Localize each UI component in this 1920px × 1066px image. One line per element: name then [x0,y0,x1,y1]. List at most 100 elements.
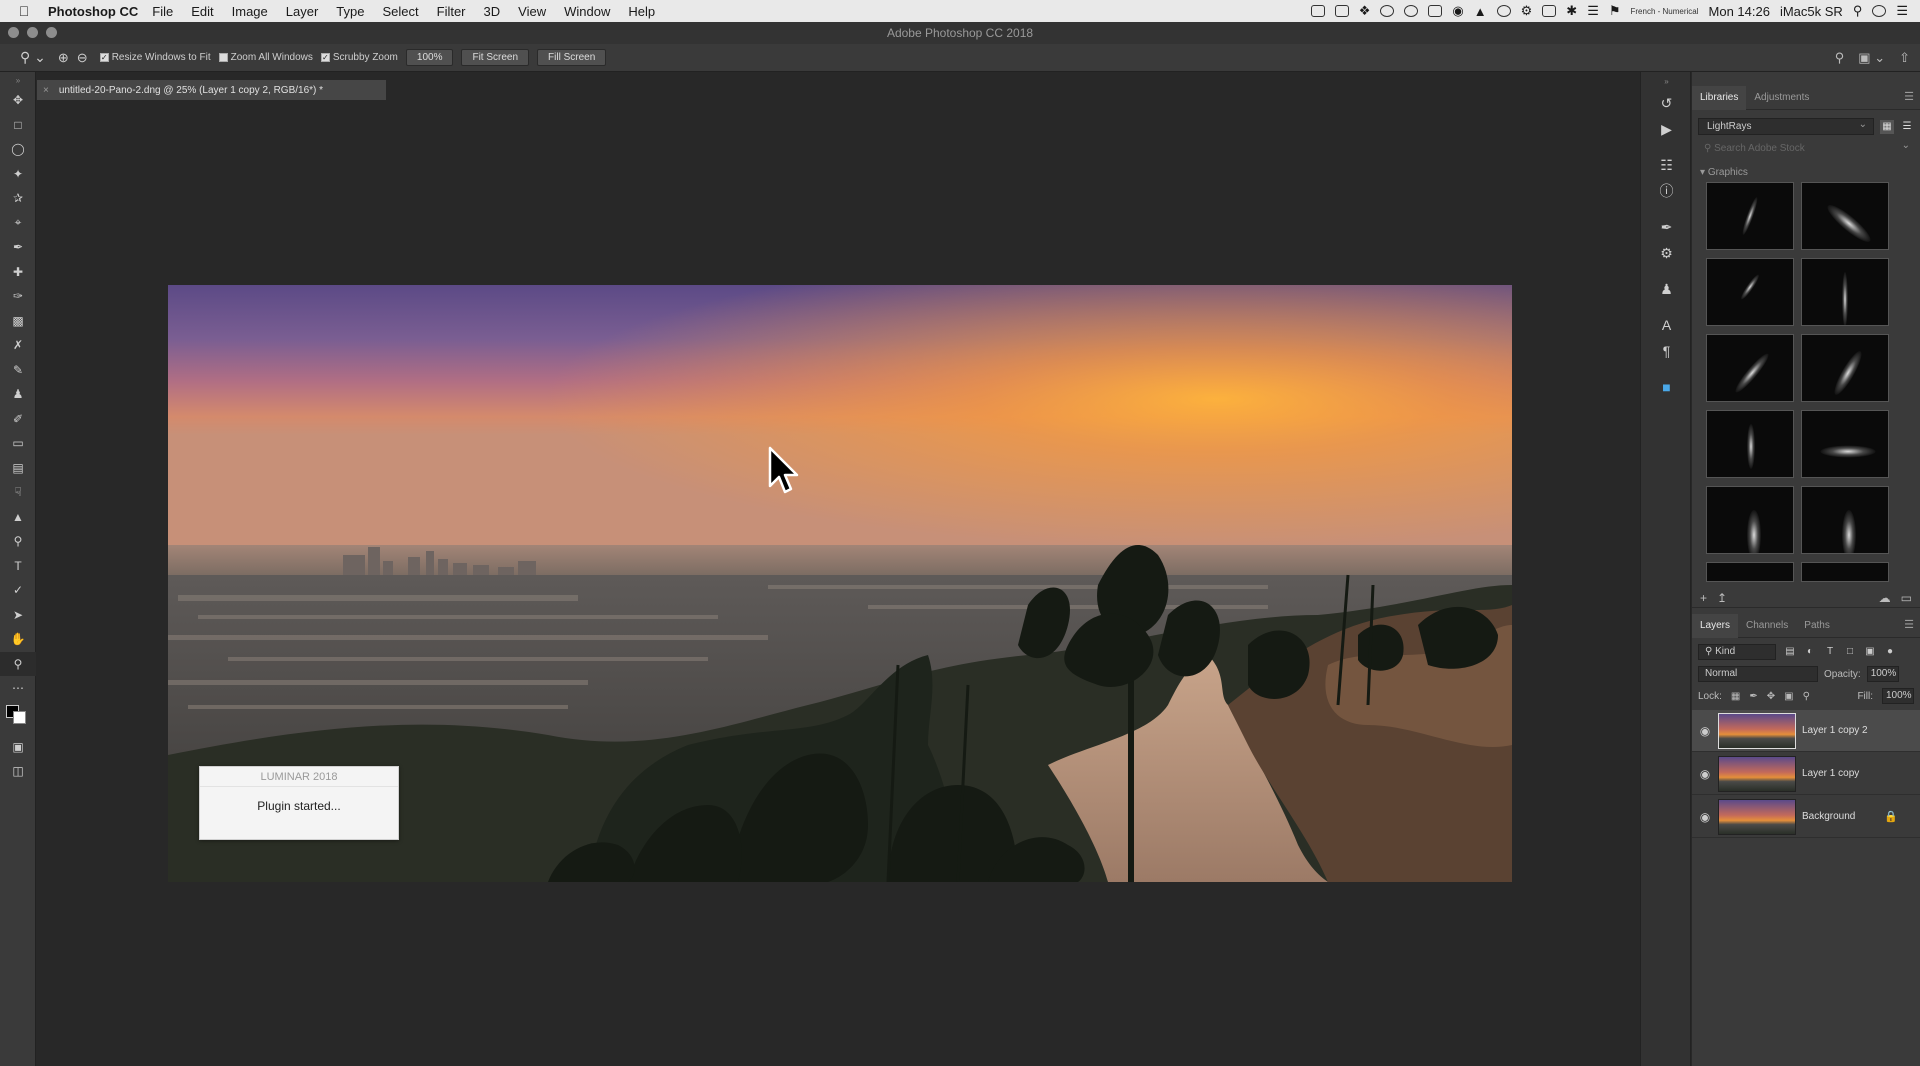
eraser-tool-icon[interactable]: ▭ [0,431,36,456]
minimize-window-button[interactable] [27,27,38,38]
delete-icon[interactable]: ▭ [1901,591,1912,605]
creative-cloud-icon[interactable] [1496,5,1511,17]
add-content-icon[interactable]: + [1700,591,1707,605]
visibility-eye-icon[interactable]: ◉ [1692,767,1718,781]
layer-thumbnail[interactable] [1718,712,1796,749]
light-ray-thumbnail[interactable] [1706,410,1794,478]
light-ray-thumbnail[interactable] [1801,410,1889,478]
fit-screen-button[interactable]: Fit Screen [461,49,530,66]
smudge-tool-icon[interactable]: ☟ [0,480,36,505]
resize-windows-checkbox[interactable]: ✓ Resize Windows to Fit [99,52,211,63]
light-ray-thumbnail[interactable] [1801,486,1889,554]
filter-pixel-icon[interactable]: ▤ [1784,646,1796,658]
status-icon[interactable] [1404,5,1419,17]
library-dropdown[interactable]: LightRays [1698,117,1874,135]
menu-app-name[interactable]: Photoshop CC [48,4,138,19]
camera-icon[interactable] [1334,5,1349,17]
art-history-brush-icon[interactable]: ✐ [0,407,36,432]
notification-center-icon[interactable]: ☰ [1896,3,1908,19]
zoom-out-icon[interactable]: ⊖ [77,50,88,66]
layer-row[interactable]: ◉ Background 🔒 [1692,796,1920,838]
paragraph-panel-icon[interactable]: ¶ [1641,338,1692,364]
light-ray-thumbnail[interactable] [1706,486,1794,554]
mixer-brush-tool-icon[interactable]: ✎ [0,358,36,383]
user-name[interactable]: iMac5k SR [1780,4,1843,19]
zoom-tool-preset-icon[interactable]: ⚲ ⌄ [20,49,46,66]
brush-tool-icon[interactable]: ✑ [0,284,36,309]
dropbox-icon[interactable]: ❖ [1359,3,1371,19]
background-color-swatch[interactable] [13,710,26,724]
display-icon[interactable] [1542,5,1557,17]
apple-icon[interactable]:  [0,3,48,19]
marquee-tool-icon[interactable]: □ [0,113,36,138]
document-tab[interactable]: × untitled-20-Pano-2.dng @ 25% (Layer 1 … [37,80,386,100]
filter-adjustment-icon[interactable]: ◐ [1804,646,1816,658]
fill-input[interactable]: 100% [1882,688,1914,704]
opacity-input[interactable]: 100% [1866,666,1899,682]
fill-screen-button[interactable]: Fill Screen [537,49,607,66]
menu-view[interactable]: View [518,4,546,19]
zoom-window-button[interactable] [46,27,57,38]
menu-layer[interactable]: Layer [286,4,319,19]
dodge-tool-icon[interactable]: ⚲ [0,529,36,554]
menu-type[interactable]: Type [336,4,364,19]
properties-panel-icon[interactable]: ☷ [1641,152,1692,178]
color-swatches[interactable] [0,701,35,735]
tab-libraries[interactable]: Libraries [1692,85,1747,110]
menu-image[interactable]: Image [232,4,268,19]
light-ray-thumbnail[interactable] [1801,258,1889,326]
quick-selection-tool-icon[interactable]: ✰ [0,186,36,211]
menu-help[interactable]: Help [628,4,655,19]
blend-mode-dropdown[interactable]: Normal [1698,666,1818,682]
lock-artboard-icon[interactable]: ▣ [1784,691,1793,702]
character-panel-icon[interactable]: A [1641,312,1692,338]
sharpen-tool-icon[interactable]: ▲ [0,505,36,530]
search-icon[interactable]: ⚲ [1835,50,1845,66]
eyedropper-tool-icon[interactable]: ✒ [0,235,36,260]
strip-collapse-icon[interactable]: » [1641,72,1692,90]
light-ray-thumbnail[interactable] [1706,258,1794,326]
adjustments-panel-icon[interactable]: ⚙ [1641,240,1692,266]
layer-name[interactable]: Layer 1 copy 2 [1802,725,1868,736]
lock-all-icon[interactable]: ⚲ [1803,691,1810,702]
panel-menu-icon[interactable]: ☰ [1904,90,1914,103]
layer-row[interactable]: ◉ Layer 1 copy [1692,753,1920,795]
menu-select[interactable]: Select [382,4,418,19]
lock-transparency-icon[interactable]: ▦ [1731,691,1740,702]
share-icon[interactable]: ⇧ [1899,50,1910,66]
light-ray-thumbnail[interactable] [1801,182,1889,250]
zoom-100-button[interactable]: 100% [405,49,454,66]
zoom-tool-icon[interactable]: ⚲ [0,651,36,676]
filter-type-icon[interactable]: T [1824,646,1836,658]
screen-mode-icon[interactable]: ◫ [0,759,36,784]
wifi-icon[interactable]: ☰ [1587,3,1599,19]
type-tool-icon[interactable]: T [0,554,36,579]
tab-channels[interactable]: Channels [1738,614,1796,638]
stamp-tool-icon[interactable]: ♟ [0,382,36,407]
menu-window[interactable]: Window [564,4,610,19]
path-selection-tool-icon[interactable]: ➤ [0,603,36,628]
close-window-button[interactable] [8,27,19,38]
gradient-tool-icon[interactable]: ▤ [0,456,36,481]
stock-search-input[interactable]: ⚲ Search Adobe Stock [1698,138,1914,157]
clone-source-panel-icon[interactable]: ♟ [1641,276,1692,302]
lock-pixels-icon[interactable]: ✒ [1749,691,1757,702]
light-ray-thumbnail[interactable] [1706,562,1794,582]
info-panel-icon[interactable]: ⓘ [1641,178,1692,204]
tools-collapse-icon[interactable]: » [0,72,36,88]
brushes-panel-icon[interactable]: ✒ [1641,214,1692,240]
history-brush-tool-icon[interactable]: ✗ [0,333,36,358]
tab-adjustments[interactable]: Adjustments [1746,86,1817,110]
cloud-sync-icon[interactable]: ☁ [1879,591,1891,605]
checkbox-status-icon[interactable] [1310,5,1325,17]
upload-icon[interactable]: ↥ [1717,591,1727,605]
tab-paths[interactable]: Paths [1796,614,1838,638]
evernote-icon[interactable]: ◉ [1452,3,1463,19]
scrubby-zoom-checkbox[interactable]: ✓ Scrubby Zoom [320,52,398,63]
layer-filter-kind-dropdown[interactable]: ⚲ Kind [1698,644,1776,660]
light-ray-thumbnail[interactable] [1706,334,1794,402]
cloud-icon[interactable] [1428,5,1443,17]
sync-icon[interactable] [1380,5,1395,17]
graphics-section-header[interactable]: ▾ Graphics [1700,167,1914,178]
layer-row[interactable]: ◉ Layer 1 copy 2 [1692,710,1920,752]
